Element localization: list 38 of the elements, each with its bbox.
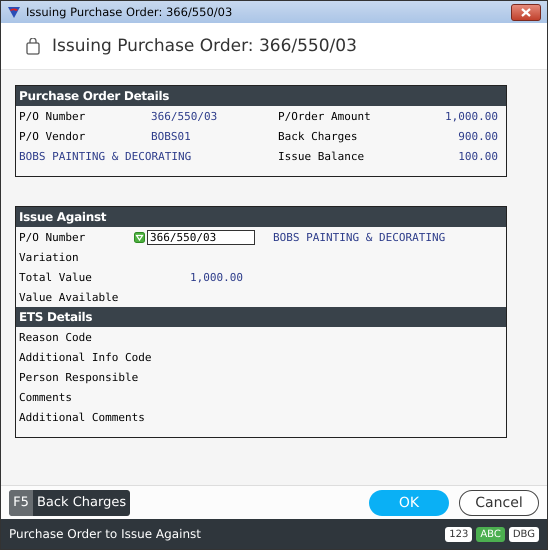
field-label: Back Charges [278, 130, 358, 142]
field-label: Total Value [19, 270, 93, 284]
field-label: Additional Info Code [19, 350, 152, 364]
shopping-bag-icon [26, 38, 40, 54]
dropdown-icon[interactable] [134, 232, 145, 242]
close-icon [521, 8, 531, 16]
mode-badge[interactable]: 123 [445, 526, 472, 542]
field-label: Variation [19, 250, 80, 264]
cancel-button[interactable]: Cancel [459, 490, 539, 516]
status-message: Purchase Order to Issue Against [9, 527, 202, 541]
field-label: P/Order Amount [278, 110, 372, 122]
back-charges-button[interactable]: F5 Back Charges [9, 490, 130, 516]
field-label: Issue Balance [278, 150, 366, 162]
amount-value: 1,000.00 [444, 110, 498, 122]
window-title: Issuing Purchase Order: 366/550/03 [26, 5, 232, 19]
amount-value: 900.00 [457, 130, 498, 142]
mode-badge[interactable]: DBG [508, 526, 539, 542]
section-header: Issue Against [16, 207, 506, 227]
field-label: Comments [19, 390, 72, 404]
field-value: 366/550/03 [151, 110, 218, 122]
close-button[interactable] [511, 4, 541, 20]
field-label: Person Responsible [19, 370, 138, 384]
dialog-title: Issuing Purchase Order: 366/550/03 [52, 36, 357, 56]
section-header: ETS Details [16, 307, 506, 327]
field-label: P/O Number [19, 110, 86, 122]
vendor-name: BOBS PAINTING & DECORATING [19, 150, 192, 162]
vendor-name: BOBS PAINTING & DECORATING [273, 230, 446, 244]
amount-value: 1,000.00 [189, 270, 243, 284]
field-label: Value Available [19, 290, 120, 304]
po-number-input[interactable]: 366/550/03 [147, 230, 255, 244]
field-label: Additional Comments [19, 410, 145, 424]
field-value: BOBS01 [151, 130, 192, 142]
field-label: P/O Vendor [19, 130, 86, 142]
app-logo-icon [7, 6, 21, 18]
field-label: Reason Code [19, 330, 92, 344]
amount-value: 100.00 [457, 150, 498, 162]
field-label: P/O Number [19, 230, 86, 244]
section-header: Purchase Order Details [16, 86, 506, 106]
